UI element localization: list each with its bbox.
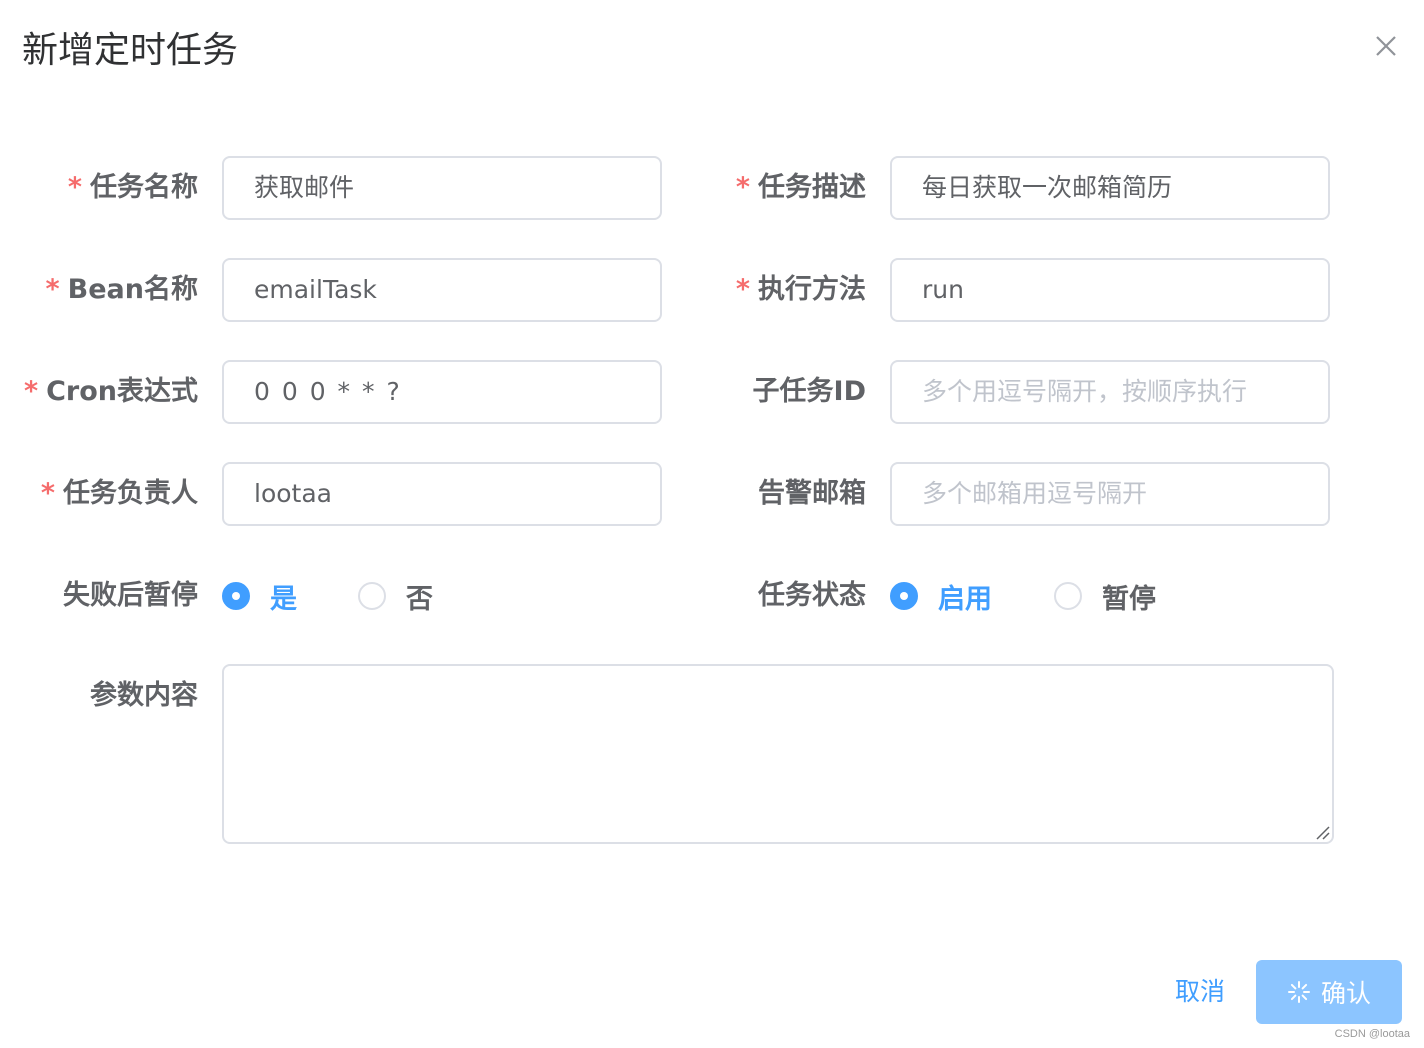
- radio-label: 启用: [938, 583, 992, 615]
- owner-label-wrap: * 任务负责人: [0, 462, 198, 526]
- radio-checked-icon: [890, 582, 918, 610]
- status-enabled-radio[interactable]: 启用: [890, 564, 992, 628]
- required-mark: *: [40, 478, 55, 509]
- close-icon[interactable]: [1372, 32, 1400, 60]
- required-mark: *: [67, 172, 82, 203]
- required-mark: *: [23, 376, 39, 407]
- method-label: * 执行方法: [666, 258, 866, 322]
- task-name-label: * 任务名称: [0, 156, 198, 220]
- cancel-button[interactable]: 取消: [1160, 960, 1240, 1024]
- watermark: CSDN @lootaa: [1334, 1028, 1410, 1040]
- alarm-email-input[interactable]: 多个邮箱用逗号隔开: [890, 462, 1330, 526]
- task-name-label-text: 任务名称: [90, 172, 198, 203]
- task-desc-label-text: 任务描述: [758, 172, 866, 203]
- cron-input[interactable]: 0 0 0 * * ?: [222, 360, 662, 424]
- dialog-title: 新增定时任务: [22, 30, 239, 71]
- bean-name-input[interactable]: emailTask: [222, 258, 662, 322]
- task-desc-label-wrap: * 任务描述: [668, 156, 866, 220]
- params-label: 参数内容: [90, 680, 198, 711]
- params-label-wrap: 参数内容: [0, 664, 198, 728]
- params-textarea[interactable]: [222, 664, 1334, 844]
- method-input[interactable]: run: [890, 258, 1330, 322]
- status-label-wrap: 任务状态: [668, 564, 866, 628]
- radio-label: 否: [406, 583, 433, 615]
- loading-icon: [1287, 981, 1310, 1003]
- radio-label: 是: [270, 583, 297, 615]
- owner-label-text: 任务负责人: [63, 478, 198, 509]
- confirm-button-label: 确认: [1320, 979, 1371, 1008]
- pause-on-fail-no-radio[interactable]: 否: [358, 564, 433, 628]
- method-label-text: 执行方法: [758, 274, 866, 305]
- cron-label-wrap: * Cron表达式: [0, 360, 198, 424]
- radio-unchecked-icon: [358, 582, 386, 610]
- alarm-email-label: 告警邮箱: [758, 478, 866, 509]
- radio-unchecked-icon: [1054, 582, 1082, 610]
- alarm-email-label-wrap: 告警邮箱: [668, 462, 866, 526]
- sub-task-input[interactable]: 多个用逗号隔开，按顺序执行: [890, 360, 1330, 424]
- cron-label: * Cron表达式: [0, 360, 198, 424]
- status-paused-radio[interactable]: 暂停: [1054, 564, 1156, 628]
- task-desc-label: * 任务描述: [666, 156, 866, 220]
- pause-on-fail-label: 失败后暂停: [63, 580, 198, 611]
- status-label: 任务状态: [758, 580, 866, 611]
- radio-checked-icon: [222, 582, 250, 610]
- required-mark: *: [735, 274, 750, 305]
- bean-name-label: * Bean名称: [0, 258, 198, 322]
- resize-grip-icon[interactable]: [1314, 824, 1330, 840]
- bean-name-label-wrap: * Bean名称: [0, 258, 198, 322]
- add-scheduled-task-dialog: 新增定时任务 * 任务名称 获取邮件 * 任务描述 每日获取一次邮箱简历 * Bean…: [0, 0, 1424, 1048]
- pause-on-fail-label-wrap: 失败后暂停: [0, 564, 198, 628]
- sub-task-label-wrap: 子任务ID: [668, 360, 866, 424]
- owner-label: * 任务负责人: [0, 462, 198, 526]
- required-mark: *: [735, 172, 750, 203]
- task-name-input[interactable]: 获取邮件: [222, 156, 662, 220]
- owner-input[interactable]: lootaa: [222, 462, 662, 526]
- pause-on-fail-yes-radio[interactable]: 是: [222, 564, 297, 628]
- sub-task-label: 子任务ID: [752, 376, 866, 407]
- confirm-button[interactable]: 确认: [1256, 960, 1402, 1024]
- required-mark: *: [45, 274, 60, 305]
- method-label-wrap: * 执行方法: [668, 258, 866, 322]
- task-desc-input[interactable]: 每日获取一次邮箱简历: [890, 156, 1330, 220]
- task-name-label-wrap: * 任务名称: [0, 156, 198, 220]
- bean-name-label-text: Bean名称: [67, 274, 198, 305]
- radio-label: 暂停: [1102, 583, 1156, 615]
- cron-label-text: Cron表达式: [46, 376, 198, 407]
